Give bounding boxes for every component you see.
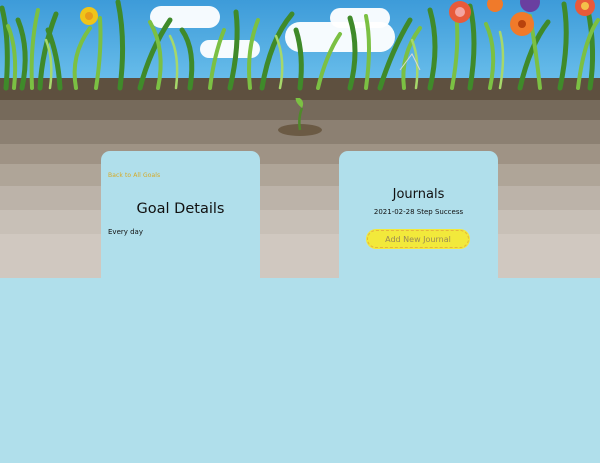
- sprout-icon: [278, 98, 322, 136]
- flower-icon: [520, 0, 595, 16]
- flower-icon: [80, 7, 98, 25]
- goal-frequency: Every day: [108, 228, 143, 236]
- garden-header-scene: [0, 0, 600, 278]
- add-new-journal-button[interactable]: Add New Journal: [367, 230, 469, 248]
- grass-and-flowers: [0, 0, 600, 91]
- goal-details-heading: Goal Details: [136, 201, 225, 217]
- journals-card: Journals 2021-02-28 Step Success Add New…: [339, 151, 498, 281]
- flower-icon: [449, 1, 471, 23]
- journal-entry[interactable]: 2021-02-28 Step Success: [339, 208, 498, 216]
- goal-details-card: Back to All Goals Goal Details Every day: [101, 151, 260, 281]
- back-to-all-goals-link[interactable]: Back to All Goals: [108, 172, 160, 179]
- journals-heading: Journals: [392, 187, 445, 202]
